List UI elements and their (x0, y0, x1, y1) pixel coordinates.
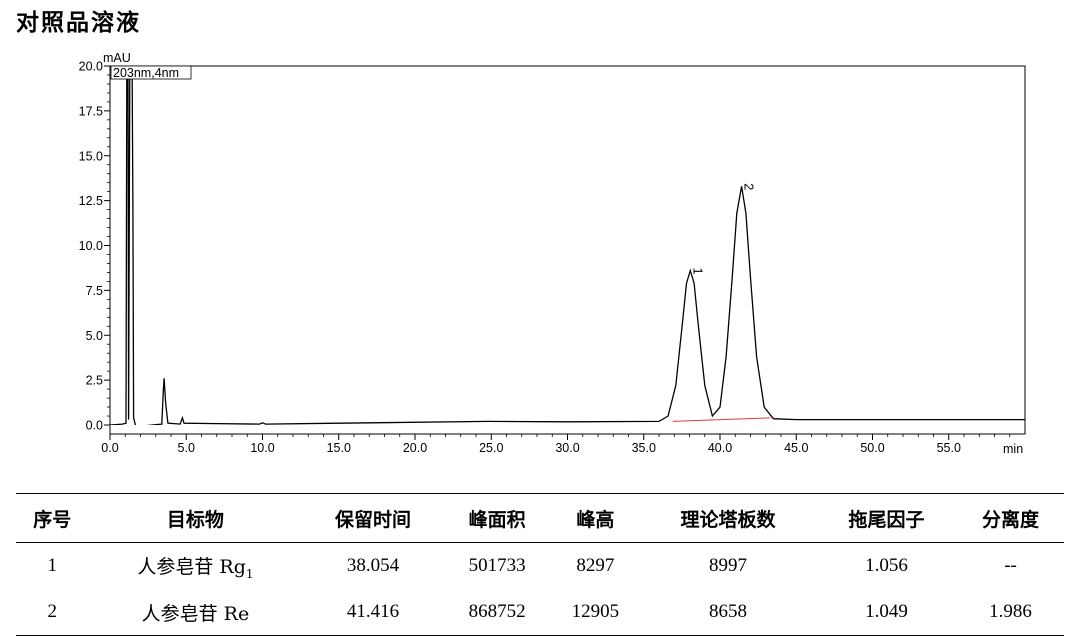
x-tick-label: 40.0 (708, 441, 732, 455)
cell-peak-area: 868752 (443, 589, 551, 636)
y-tick-label: 17.5 (79, 104, 103, 118)
chromatogram-trace (110, 66, 1025, 425)
header-retention-time: 保留时间 (302, 493, 444, 543)
y-tick-label: 12.5 (79, 194, 103, 208)
x-tick-label: 25.0 (479, 441, 503, 455)
header-compound: 目标物 (88, 493, 303, 543)
cell-compound: 人参皂苷 Re (88, 589, 303, 636)
cell-peak-height: 8297 (576, 555, 615, 576)
results-table: 序号 目标物 保留时间 峰面积 峰高 理论塔板数 拖尾因子 分离度 1 人参皂苷… (16, 493, 1064, 636)
cell-tailing-factor: 1.056 (865, 555, 908, 576)
header-tailing-factor: 拖尾因子 (815, 493, 958, 543)
x-tick-label: 10.0 (250, 441, 274, 455)
plot-frame (109, 65, 1026, 435)
peak-label: 1 (690, 268, 704, 275)
y-tick-label: 15.0 (79, 149, 103, 163)
cell-peak-height: 12905 (550, 589, 641, 636)
compound-name: 人参皂苷 Re (141, 602, 250, 625)
cell-peak-area: 501733 (468, 555, 526, 576)
x-tick-label: 5.0 (178, 441, 195, 455)
y-tick-label: 7.5 (86, 284, 103, 298)
baseline-segment (672, 417, 771, 422)
peak-label: 2 (742, 183, 756, 190)
table-header-row: 序号 目标物 保留时间 峰面积 峰高 理论塔板数 拖尾因子 分离度 (16, 493, 1064, 543)
compound-subscript: 1 (245, 566, 254, 581)
table-row: 2 人参皂苷 Re 41.416 868752 12905 8658 1.049… (16, 589, 1064, 636)
axis-ticks: 0.0 5.0 10.0 15.0 20.0 25.0 30.0 35.0 40.0 45.0 50… (79, 60, 1011, 455)
header-theoretical-plates: 理论塔板数 (640, 493, 816, 543)
compound-name: 人参皂苷 Rg (137, 555, 246, 578)
y-tick-label: 10.0 (79, 239, 103, 253)
y-tick-label: 20.0 (79, 60, 103, 74)
x-tick-label: 30.0 (555, 441, 579, 455)
header-index: 序号 (16, 493, 89, 543)
cell-compound: 人参皂苷 Rg1 (88, 543, 302, 590)
header-resolution: 分离度 (957, 493, 1064, 543)
cell-resolution: 1.986 (957, 589, 1064, 636)
cell-theoretical-plates: 8997 (708, 555, 747, 576)
table-row: 1 人参皂苷 Rg1 38.054 501733 8297 8997 1.056… (16, 543, 1064, 590)
cell-index: 1 (47, 555, 57, 576)
x-tick-label: 55.0 (937, 441, 961, 455)
y-tick-label: 2.5 (86, 374, 103, 388)
y-unit-label: mAU (103, 51, 131, 65)
x-tick-label: 15.0 (327, 441, 351, 455)
legend-text: 203nm,4nm (113, 66, 179, 80)
y-tick-label: 0.0 (86, 419, 103, 433)
cell-resolution: -- (1004, 555, 1017, 576)
cell-tailing-factor: 1.049 (815, 589, 958, 636)
y-tick-label: 5.0 (86, 329, 103, 343)
header-peak-area: 峰面积 (443, 493, 551, 543)
x-tick-label: 0.0 (101, 441, 118, 455)
cell-index: 2 (16, 589, 89, 636)
cell-retention-time: 38.054 (346, 555, 400, 576)
x-tick-label: 35.0 (632, 441, 656, 455)
header-peak-height: 峰高 (550, 493, 641, 543)
cell-theoretical-plates: 8658 (640, 589, 816, 636)
x-tick-label: 20.0 (403, 441, 427, 455)
x-tick-label: 45.0 (784, 441, 808, 455)
peak-labels: 12 (690, 183, 755, 274)
x-tick-label: 50.0 (860, 441, 884, 455)
cell-retention-time: 41.416 (302, 589, 444, 636)
integration-baselines (672, 417, 771, 422)
chromatogram-chart: 0.0 5.0 10.0 15.0 20.0 25.0 30.0 35.0 40.0 45.0 50… (79, 51, 1026, 456)
x-unit-label: min (1003, 442, 1023, 456)
